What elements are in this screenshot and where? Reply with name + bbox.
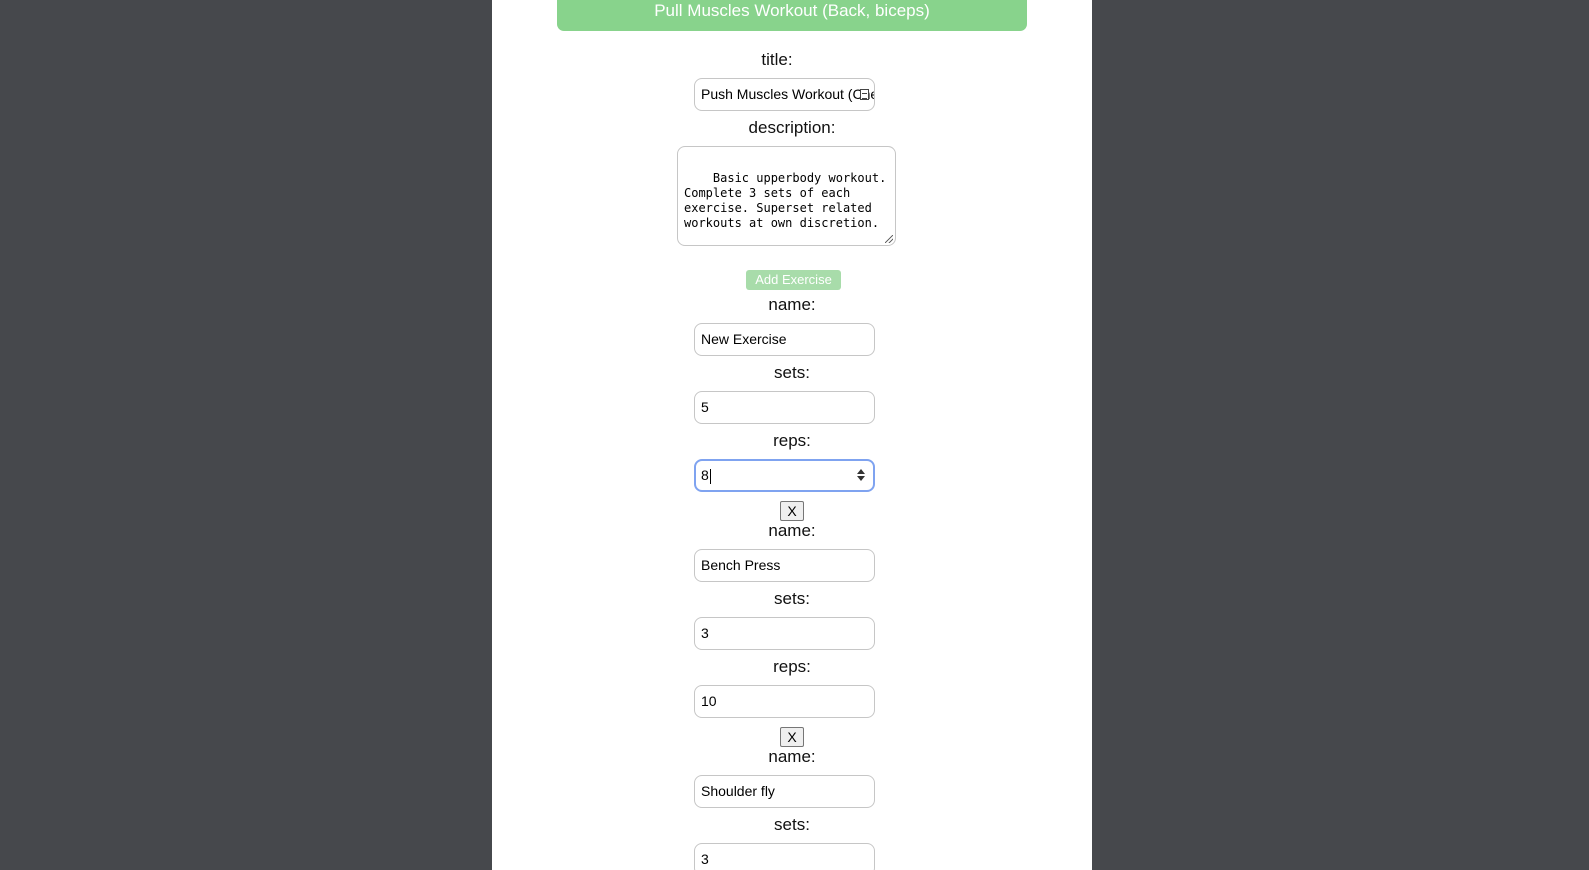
exercise-sets-value: 3 — [701, 625, 709, 641]
exercise-reps-input[interactable]: 8 — [694, 459, 875, 492]
remove-exercise-button[interactable]: X — [780, 501, 804, 521]
description-value: Basic upperbody workout. Complete 3 sets… — [684, 171, 887, 230]
resize-handle-icon[interactable] — [885, 235, 893, 243]
number-spinner-icon[interactable] — [857, 469, 865, 483]
title-input-value: Push Muscles Workout (Che — [701, 86, 875, 102]
exercise-name-label: name: — [768, 747, 816, 766]
exercise-reps-value: 10 — [701, 693, 717, 709]
exercise-sets-input[interactable]: 5 — [694, 391, 875, 424]
exercise-sets-label: sets: — [774, 363, 810, 382]
exercise-name-input[interactable]: New Exercise — [694, 323, 875, 356]
exercise-name-input[interactable]: Bench Press — [694, 549, 875, 582]
exercise-name-value: Bench Press — [701, 557, 781, 573]
remove-exercise-button[interactable]: X — [780, 727, 804, 747]
autofill-icon[interactable] — [860, 89, 869, 100]
title-input[interactable]: Push Muscles Workout (Che — [694, 78, 875, 111]
exercise-reps-value: 8 — [701, 467, 709, 483]
description-label: description: — [748, 118, 836, 137]
spinner-down-icon[interactable] — [857, 476, 865, 481]
workout-title-text: Pull Muscles Workout (Back, biceps) — [654, 1, 930, 20]
exercise-name-value: New Exercise — [701, 331, 787, 347]
spinner-up-icon[interactable] — [857, 469, 865, 474]
exercise-reps-label: reps: — [773, 657, 811, 676]
exercise-name-value: Shoulder fly — [701, 783, 775, 799]
exercise-reps-input[interactable]: 10 — [694, 685, 875, 718]
exercise-reps-label: reps: — [773, 431, 811, 450]
exercise-sets-label: sets: — [774, 589, 810, 608]
exercise-name-label: name: — [768, 521, 816, 540]
exercise-name-input[interactable]: Shoulder fly — [694, 775, 875, 808]
add-exercise-button[interactable]: Add Exercise — [746, 270, 841, 290]
workout-editor-panel: Pull Muscles Workout (Back, biceps) titl… — [492, 0, 1092, 870]
title-label: title: — [761, 50, 793, 69]
exercise-sets-input[interactable]: 3 — [694, 617, 875, 650]
exercise-sets-value: 5 — [701, 399, 709, 415]
exercise-name-label: name: — [768, 295, 816, 314]
exercise-sets-label: sets: — [774, 815, 810, 834]
exercise-sets-input[interactable]: 3 — [694, 843, 875, 870]
exercise-sets-value: 3 — [701, 851, 709, 867]
text-caret — [709, 468, 711, 484]
description-textarea[interactable]: Basic upperbody workout. Complete 3 sets… — [677, 146, 896, 246]
workout-title-header[interactable]: Pull Muscles Workout (Back, biceps) — [557, 0, 1027, 31]
